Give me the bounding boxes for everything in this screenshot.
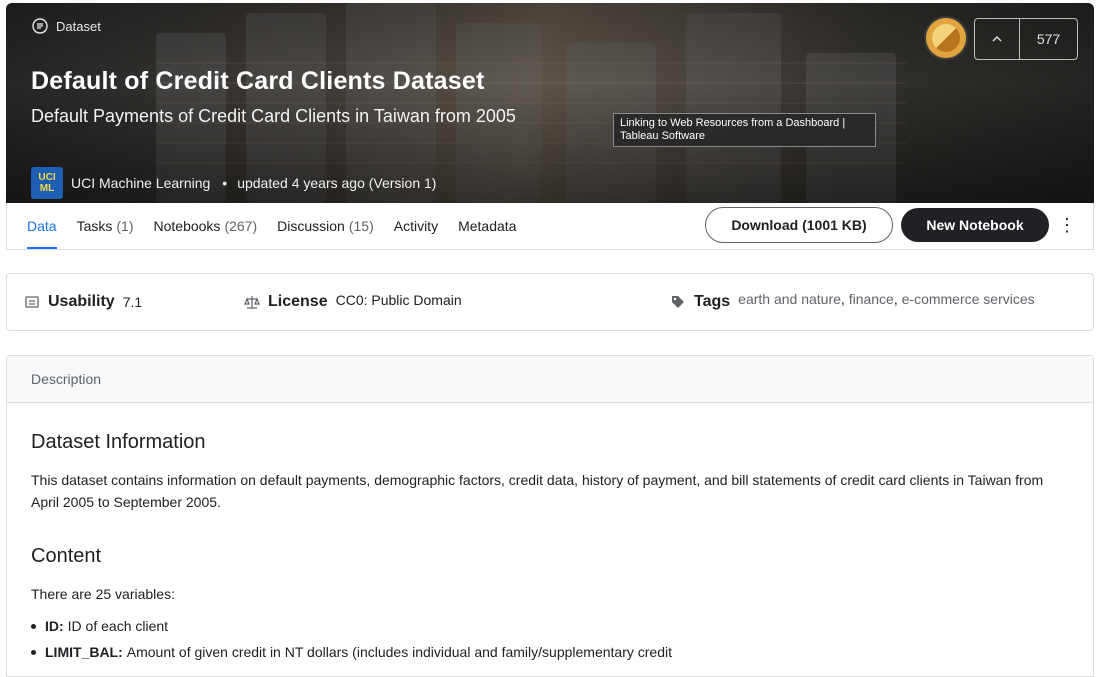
usability-value[interactable]: 7.1 bbox=[123, 294, 142, 310]
tab-tasks-label: Tasks bbox=[76, 218, 113, 234]
updated-text: updated 4 years ago (Version 1) bbox=[237, 175, 437, 191]
tab-tasks[interactable]: Tasks (1) bbox=[77, 203, 134, 249]
breadcrumb[interactable]: Dataset bbox=[32, 18, 101, 34]
content-intro-text: There are 25 variables: bbox=[31, 586, 175, 602]
section-title-content: Content bbox=[31, 545, 102, 567]
owner-info: UCI ML UCI Machine Learning • updated 4 … bbox=[31, 167, 436, 199]
usability-item: Usability 7.1 bbox=[24, 274, 142, 330]
tab-list: Data Tasks (1) Notebooks (267) Discussio… bbox=[27, 203, 516, 249]
separator-dot: • bbox=[222, 175, 228, 191]
bullet-icon bbox=[31, 623, 36, 629]
scale-icon bbox=[244, 296, 260, 309]
license-label: License bbox=[268, 293, 328, 310]
tags-item: Tags earth and nature, finance, e-commer… bbox=[670, 274, 1035, 330]
tab-metadata[interactable]: Metadata bbox=[458, 203, 516, 249]
dataset-hero-banner: Dataset Default of Credit Card Clients D… bbox=[6, 3, 1094, 203]
new-notebook-button[interactable]: New Notebook bbox=[901, 208, 1049, 242]
tag-link[interactable]: earth and nature bbox=[738, 291, 841, 307]
tags-label: Tags bbox=[694, 293, 731, 310]
page-title: Default of Credit Card Clients Dataset bbox=[31, 67, 485, 95]
tab-data-label: Data bbox=[27, 218, 57, 234]
download-button[interactable]: Download (1001 KB) bbox=[705, 207, 893, 243]
tab-discussion-label: Discussion bbox=[277, 218, 345, 234]
upvote-button[interactable] bbox=[975, 19, 1020, 59]
variable-name: LIMIT_BAL: bbox=[45, 644, 123, 660]
license-value[interactable]: CC0: Public Domain bbox=[336, 292, 462, 308]
description-header: Description bbox=[7, 356, 1093, 403]
owner-avatar-line2: ML bbox=[39, 183, 55, 194]
tag-link[interactable]: finance bbox=[849, 291, 894, 307]
description-card: Description Dataset Information This dat… bbox=[6, 355, 1094, 677]
dataset-icon bbox=[32, 18, 48, 34]
variable-description: Amount of given credit in NT dollars (in… bbox=[126, 644, 672, 660]
tag-separator: , bbox=[840, 291, 849, 307]
owner-avatar-line1: UCI bbox=[38, 172, 56, 183]
list-item: ID: ID of each client bbox=[31, 618, 168, 634]
dataset-tab-bar: Data Tasks (1) Notebooks (267) Discussio… bbox=[6, 203, 1094, 250]
section-title-dataset-information: Dataset Information bbox=[31, 431, 206, 453]
license-item: License CC0: Public Domain bbox=[244, 274, 462, 330]
variable-name: ID: bbox=[45, 618, 64, 634]
owner-name-link[interactable]: UCI Machine Learning bbox=[71, 175, 210, 191]
upvote-count: 577 bbox=[1036, 31, 1061, 47]
bullet-icon bbox=[31, 649, 36, 655]
tab-activity-label: Activity bbox=[393, 218, 439, 234]
tag-link[interactable]: e-commerce services bbox=[902, 291, 1035, 307]
upvote-widget[interactable]: 577 bbox=[974, 18, 1078, 60]
chevron-up-icon bbox=[992, 35, 1002, 42]
tab-notebooks-label: Notebooks bbox=[153, 218, 221, 234]
tab-discussion[interactable]: Discussion (15) bbox=[277, 203, 374, 249]
hover-tooltip: Linking to Web Resources from a Dashboar… bbox=[613, 113, 876, 147]
list-item: LIMIT_BAL: Amount of given credit in NT … bbox=[31, 644, 672, 660]
dataset-information-text: This dataset contains information on def… bbox=[31, 472, 1044, 510]
tags-list: earth and nature, finance, e-commerce se… bbox=[738, 291, 1035, 309]
tag-icon bbox=[672, 296, 684, 308]
dataset-meta-card: Usability 7.1 License CC0: Public Domain… bbox=[6, 273, 1094, 331]
breadcrumb-label[interactable]: Dataset bbox=[56, 19, 101, 34]
tab-data[interactable]: Data bbox=[27, 203, 57, 249]
more-options-icon[interactable]: ⋮ bbox=[1057, 213, 1077, 237]
tab-notebooks[interactable]: Notebooks (267) bbox=[154, 203, 258, 249]
tag-separator: , bbox=[893, 291, 902, 307]
tab-notebooks-count: (267) bbox=[224, 218, 258, 234]
usability-icon bbox=[25, 296, 39, 308]
tab-activity[interactable]: Activity bbox=[394, 203, 438, 249]
medal-icon bbox=[926, 18, 966, 58]
owner-avatar[interactable]: UCI ML bbox=[31, 167, 63, 199]
usability-label: Usability bbox=[48, 293, 115, 310]
tab-tasks-count: (1) bbox=[116, 218, 134, 234]
tab-metadata-label: Metadata bbox=[458, 218, 517, 234]
tab-discussion-count: (15) bbox=[348, 218, 374, 234]
variable-description: ID of each client bbox=[67, 618, 169, 634]
page-subtitle: Default Payments of Credit Card Clients … bbox=[31, 106, 516, 126]
